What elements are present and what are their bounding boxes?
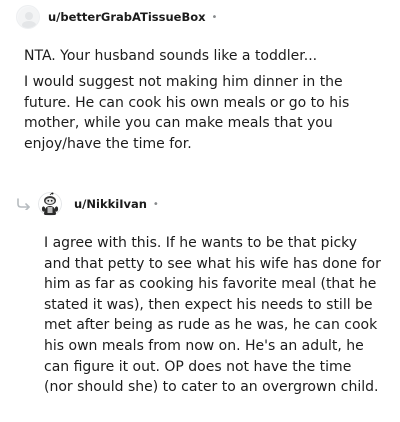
comment-paragraph: NTA. Your husband sounds like a toddler.…: [24, 48, 318, 64]
comment-paragraph: I agree with this. If he wants to be tha…: [44, 235, 381, 396]
comment-header: u/betterGrabATissueBox •: [16, 5, 217, 29]
snoo-avatar-icon[interactable]: [38, 192, 62, 216]
separator-dot: •: [211, 11, 218, 23]
username-link[interactable]: u/NikkiIvan: [74, 197, 147, 211]
comment-header: u/NikkiIvan •: [38, 192, 159, 216]
username-link[interactable]: u/betterGrabATissueBox: [48, 10, 206, 24]
avatar-placeholder-icon[interactable]: [16, 5, 40, 29]
reply-arrow-icon: [17, 198, 30, 210]
comment-paragraph: I would suggest not making him dinner in…: [24, 74, 350, 152]
separator-dot: •: [152, 198, 159, 210]
